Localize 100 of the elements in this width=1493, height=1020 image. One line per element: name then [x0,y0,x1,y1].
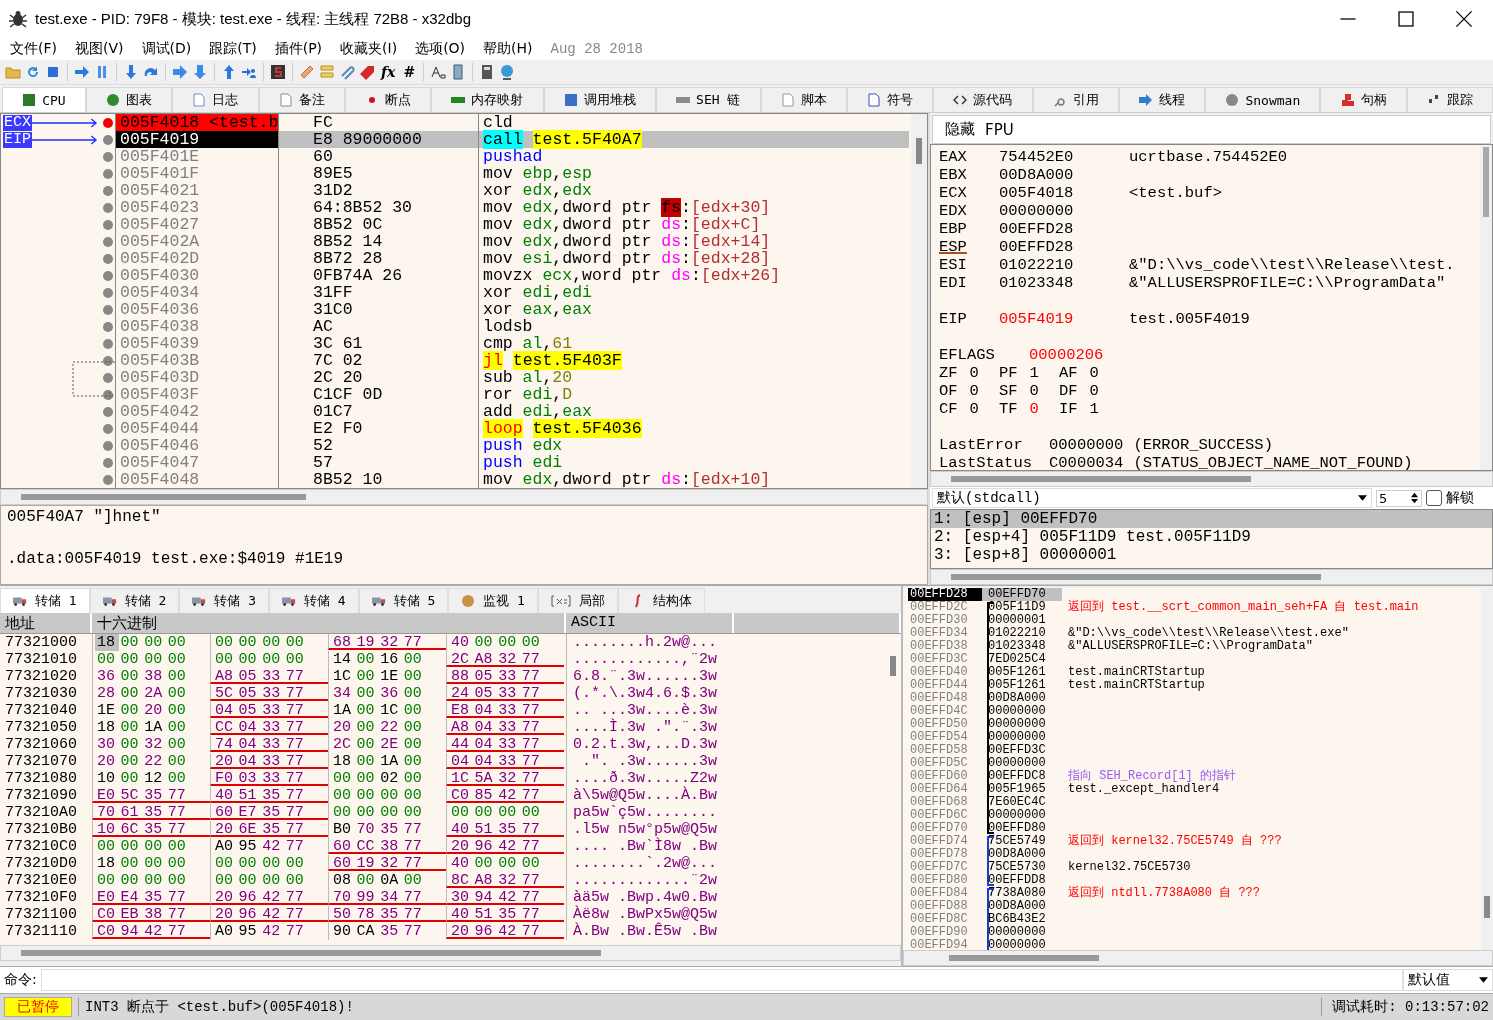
address-cell[interactable]: 00EFFD7C [908,861,982,875]
disassembly-row[interactable]: 005F401F 89E5 mov ebp,esp [116,165,909,183]
address-cell[interactable]: 00EFFD44 [908,679,982,693]
scrollbar[interactable] [911,114,927,489]
address-cell[interactable]: 00EFFD60 [908,770,982,784]
address-cell[interactable]: 00EFFD8C [908,913,982,927]
tab[interactable]: 源代码 [933,87,1033,113]
disassembly-row[interactable]: 005F4030 0FB74A 26 movzx ecx,word ptr ds:[edx+26] [116,267,909,285]
bandage-icon[interactable] [299,63,315,80]
stack-pointer-address[interactable]: 00EFFD28 [908,588,982,602]
panel-button[interactable]: 隐藏 [945,120,975,140]
register-value[interactable]: 005F4018 [999,184,1129,203]
tab[interactable]: 调用堆栈 [543,87,656,113]
menu-item[interactable]: 帮助(H) [483,39,533,58]
breakpoint-marker[interactable] [103,168,113,179]
breakpoint-marker[interactable] [103,406,113,417]
breakpoint-marker[interactable] [103,304,113,315]
disassembly-row[interactable]: 005F4023 64:8B52 30 mov edx,dword ptr fs:[edx+30] [116,199,909,217]
run-icon[interactable] [74,63,90,80]
mode-dropdown[interactable]: 默认值 [1403,969,1493,992]
breakpoint-marker[interactable] [103,236,113,247]
breakpoint-marker[interactable] [103,338,113,349]
address-cell[interactable]: 00EFFD34 [908,627,982,641]
tab[interactable]: 断点 [344,87,432,113]
disassembly-row[interactable]: 005F4021 31D2 xor edx,edx [116,182,909,200]
breakpoint-marker[interactable] [103,440,113,451]
address-cell[interactable]: 00EFFD54 [908,731,982,745]
scrollbar[interactable] [951,574,1321,581]
breakpoint-marker[interactable] [103,355,113,366]
tab[interactable]: 备注 [258,87,345,113]
count-spinbox[interactable]: 5 [1376,489,1422,507]
address-cell[interactable]: 00EFFD90 [908,926,982,940]
register-value[interactable]: 00EFFD28 [999,220,1129,239]
disassembly-row[interactable]: 005F4039 3C 61 cmp al,61 [116,335,909,353]
disassembly-row[interactable]: 005F4019 E8 89000000 call test.5F40A7 [116,131,909,149]
address-cell[interactable]: 00EFFD88 [908,900,982,914]
flag-value[interactable]: 0 [969,364,979,383]
tab[interactable]: 日志 [172,87,259,113]
tab[interactable]: 引用 [1032,87,1119,113]
breakpoint-marker[interactable] [103,151,113,162]
address-cell[interactable]: 00EFFD40 [908,666,982,680]
breakpoint-marker[interactable] [103,270,113,281]
menu-item[interactable]: 调试(D) [141,39,192,58]
menu-item[interactable]: 收藏夹(I) [340,39,398,58]
tab[interactable]: 句柄 [1320,87,1407,113]
disassembly-row[interactable]: 005F402D 8B72 28 mov esi,dword ptr ds:[edx+28] [116,250,909,268]
flag-value[interactable]: 0 [1029,382,1039,401]
address-cell[interactable]: 00EFFD78 [908,848,982,862]
tag-icon[interactable] [359,63,375,80]
argument-row[interactable]: 1: [esp] 00EFFD70 [931,510,1492,529]
disassembly-row[interactable]: 005F4036 31C0 xor eax,eax [116,301,909,319]
disassembly-row[interactable]: 005F403D 2C 20 sub al,20 [116,369,909,387]
tab[interactable]: 线程 [1118,87,1206,113]
address-cell[interactable]: 00EFFD5C [908,757,982,771]
tab[interactable]: 转储 1 [0,588,90,614]
register-value[interactable]: 01023348 [999,274,1129,293]
disassembly-row[interactable]: 005F4042 01C7 add edi,eax [116,403,909,421]
tab[interactable]: CPU [2,87,86,113]
breakpoint-marker[interactable] [103,321,113,332]
address-cell[interactable]: 00EFFD4C [908,705,982,719]
disassembly-row[interactable]: 005F401E 60 pushad [116,148,909,166]
breakpoint-marker[interactable] [103,185,113,196]
address-cell[interactable]: 00EFFD6C [908,809,982,823]
breakpoint-marker[interactable] [103,389,113,400]
disassembly-row[interactable]: 005F402A 8B52 14 mov edx,dword ptr ds:[edx+14] [116,233,909,251]
address-cell[interactable]: 00EFFD70 [908,822,982,836]
argument-row[interactable]: 3: [esp+8] 00000001 [931,546,1492,565]
address-cell[interactable]: 00EFFD84 [908,887,982,901]
scrollbar[interactable] [949,955,1099,962]
breakpoint-marker[interactable] [103,287,113,298]
arrow-down-icon[interactable] [192,63,208,80]
address-cell[interactable]: 00EFFD30 [908,614,982,628]
script-icon[interactable] [270,63,286,80]
breakpoint-marker[interactable] [103,134,113,145]
menu-item[interactable]: 跟踪(T) [209,39,257,58]
flag-value[interactable]: 1 [1089,400,1099,419]
scrollbar[interactable] [21,494,306,501]
disassembly-row[interactable]: 005F4046 52 push edx [116,437,909,455]
disassembly-row[interactable]: 005F4048 8B52 10 mov edx,dword ptr ds:[edx+10] [116,471,909,489]
scrollbar[interactable] [1483,147,1489,218]
scrollbar[interactable] [890,656,896,677]
breakpoint-marker[interactable] [103,219,113,230]
address-cell[interactable]: 00EFFD58 [908,744,982,758]
address-cell[interactable]: 00EFFD64 [908,783,982,797]
scrollbar[interactable] [1484,896,1490,919]
register-value[interactable]: 01022210 [999,256,1129,275]
tab[interactable]: SEH 链 [655,87,761,113]
arrow-up-icon[interactable] [221,63,237,80]
flag-value[interactable]: 0 [1089,382,1099,401]
flag-value[interactable]: 0 [1089,364,1099,383]
register-value[interactable]: 00EFFD28 [999,238,1129,257]
address-cell[interactable]: 00EFFD38 [908,640,982,654]
paperclip-icon[interactable] [339,63,355,80]
disassembly-row[interactable]: 005F4034 31FF xor edi,edi [116,284,909,302]
scrollbar[interactable] [21,950,601,957]
address-cell[interactable]: 00EFFD94 [908,939,982,951]
disassembly-row[interactable]: 005F4038 AC lodsb [116,318,909,336]
tab[interactable]: Snowman [1205,87,1321,113]
hash-button[interactable]: # [401,63,418,80]
tab[interactable]: 跟踪 [1406,87,1493,113]
